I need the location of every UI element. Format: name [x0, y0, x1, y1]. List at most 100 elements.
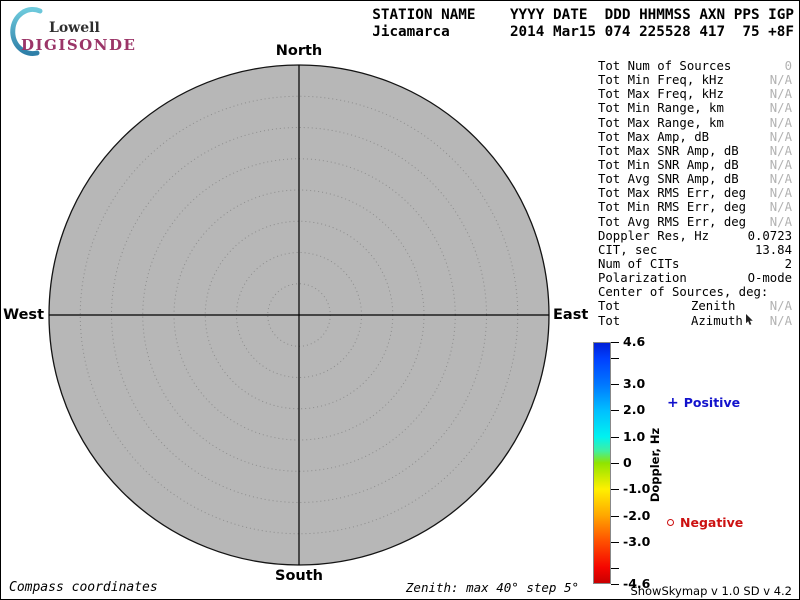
- stat-row: Tot Zenith N/A: [598, 299, 793, 313]
- colorbar-tick-label: 2.0: [623, 403, 645, 418]
- circle-marker-icon: [667, 519, 674, 526]
- stat-row: Tot Min Freq, kHz N/A: [598, 73, 793, 87]
- stat-value: N/A: [770, 200, 792, 214]
- stat-label: Tot Max Range, km: [598, 116, 724, 130]
- stat-value: 2: [785, 257, 792, 271]
- stat-label: Doppler Res, Hz: [598, 229, 709, 243]
- stat-label: Tot Max RMS Err, deg: [598, 186, 746, 200]
- stat-row: Tot Max RMS Err, deg N/A: [598, 186, 793, 200]
- stat-label: Tot Max Freq, kHz: [598, 87, 724, 101]
- colorbar-tick: [611, 358, 619, 359]
- stat-row: Tot Num of Sources 0: [598, 59, 793, 73]
- doppler-colorbar: 4.63.02.01.00-1.0-2.0-3.0-4.6: [593, 342, 683, 584]
- stat-value: 0: [785, 59, 792, 73]
- mouse-cursor-icon: [745, 314, 755, 326]
- logo-lowell-text: Lowell: [49, 20, 100, 36]
- colorbar-gradient: [593, 342, 611, 584]
- legend-negative-label: Negative: [680, 515, 743, 530]
- stat-value: 0.0723: [748, 229, 792, 243]
- stat-row: Tot Avg RMS Err, deg N/A: [598, 215, 793, 229]
- stat-label: Tot Min RMS Err, deg: [598, 200, 746, 214]
- colorbar-tick: [611, 384, 619, 385]
- stat-row: Tot Min RMS Err, deg N/A: [598, 200, 793, 214]
- showskymap-window: Lowell DIGISONDE STATION NAME YYYY DATE …: [0, 0, 800, 600]
- colorbar-tick-label: 1.0: [623, 429, 645, 444]
- stat-row: Tot Max Range, km N/A: [598, 116, 793, 130]
- colorbar-tick: [611, 542, 619, 543]
- stat-value: N/A: [770, 215, 792, 229]
- stat-value: N/A: [770, 158, 792, 172]
- stat-row: Doppler Res, Hz 0.0723: [598, 229, 793, 243]
- compass-label-east: East: [553, 307, 588, 323]
- stat-value: N/A: [770, 172, 792, 186]
- stat-row: Polarization O-mode: [598, 271, 793, 285]
- colorbar-tick-label: -3.0: [623, 534, 650, 549]
- colorbar-tick: [611, 437, 619, 438]
- stat-row: Tot Max SNR Amp, dB N/A: [598, 144, 793, 158]
- station-header-columns: STATION NAME YYYY DATE DDD HHMMSS AXN PP…: [372, 7, 794, 23]
- stat-label: Tot: [598, 314, 620, 328]
- legend-positive: + Positive: [667, 395, 740, 411]
- stat-value: N/A: [770, 186, 792, 200]
- station-header-values: Jicamarca 2014 Mar15 074 225528 417 75 +…: [372, 24, 794, 40]
- stats-panel: Tot Num of Sources0Tot Min Freq, kHzN/AT…: [598, 59, 793, 328]
- digisonde-logo: Lowell DIGISONDE: [9, 5, 249, 57]
- stat-label: Tot Num of Sources: [598, 59, 731, 73]
- colorbar-title: Doppler, Hz: [648, 405, 662, 525]
- stat-label: Tot Min SNR Amp, dB: [598, 158, 739, 172]
- stat-value: N/A: [770, 144, 792, 158]
- stat-row: Center of Sources, deg:: [598, 285, 793, 299]
- stat-row: Tot Min Range, km N/A: [598, 101, 793, 115]
- colorbar-tick: [611, 463, 619, 464]
- stat-label: Tot Avg RMS Err, deg: [598, 215, 746, 229]
- stat-value: N/A: [770, 299, 792, 313]
- stat-label: Tot Min Freq, kHz: [598, 73, 724, 87]
- stat-row: Tot Max Amp, dB N/A: [598, 130, 793, 144]
- colorbar-tick: [611, 489, 619, 490]
- compass-label-south: South: [275, 568, 323, 584]
- version-label: ShowSkymap v 1.0 SD v 4.2: [630, 584, 792, 598]
- stat-row: Tot Azimuth N/A: [598, 314, 793, 328]
- stat-value: N/A: [770, 314, 792, 328]
- stat-value: N/A: [770, 130, 792, 144]
- stat-sublabel: Zenith: [691, 299, 735, 313]
- stat-value: N/A: [770, 101, 792, 115]
- stat-label: Tot Max Amp, dB: [598, 130, 709, 144]
- logo-digisonde-text: DIGISONDE: [21, 36, 136, 54]
- compass-label-north: North: [276, 43, 323, 59]
- legend-positive-label: Positive: [684, 395, 740, 410]
- colorbar-tick: [611, 584, 619, 585]
- stat-sublabel: Azimuth: [691, 314, 743, 328]
- stat-value: O-mode: [748, 271, 792, 285]
- legend-negative: Negative: [667, 515, 743, 530]
- stat-label: Tot Max SNR Amp, dB: [598, 144, 739, 158]
- stat-row: Tot Max Freq, kHz N/A: [598, 87, 793, 101]
- stat-label: Center of Sources, deg:: [598, 285, 768, 299]
- stat-label: Tot: [598, 299, 620, 313]
- colorbar-tick: [611, 516, 619, 517]
- stat-label: Num of CITs: [598, 257, 679, 271]
- colorbar-tick: [611, 410, 619, 411]
- stat-value: N/A: [770, 73, 792, 87]
- colorbar-tick: [611, 342, 619, 343]
- colorbar-tick: [611, 568, 619, 569]
- colorbar-tick-label: 4.6: [623, 334, 645, 349]
- stat-label: Tot Min Range, km: [598, 101, 724, 115]
- stat-row: Tot Avg SNR Amp, dB N/A: [598, 172, 793, 186]
- coordinate-system-label: Compass coordinates: [9, 580, 158, 595]
- colorbar-tick-label: -2.0: [623, 508, 650, 523]
- plus-marker-icon: +: [667, 395, 679, 411]
- compass-label-west: West: [1, 307, 44, 323]
- stat-label: Polarization: [598, 271, 687, 285]
- stat-value: 13.84: [755, 243, 792, 257]
- stat-value: N/A: [770, 87, 792, 101]
- stat-row: Tot Min SNR Amp, dB N/A: [598, 158, 793, 172]
- colorbar-tick-label: -1.0: [623, 481, 650, 496]
- stat-row: Num of CITs 2: [598, 257, 793, 271]
- station-header: STATION NAME YYYY DATE DDD HHMMSS AXN PP…: [372, 7, 794, 40]
- zenith-scale-label: Zenith: max 40° step 5°: [406, 580, 579, 595]
- stat-value: N/A: [770, 116, 792, 130]
- stat-label: CIT, sec: [598, 243, 657, 257]
- stat-label: Tot Avg SNR Amp, dB: [598, 172, 739, 186]
- colorbar-tick-label: 0: [623, 455, 632, 470]
